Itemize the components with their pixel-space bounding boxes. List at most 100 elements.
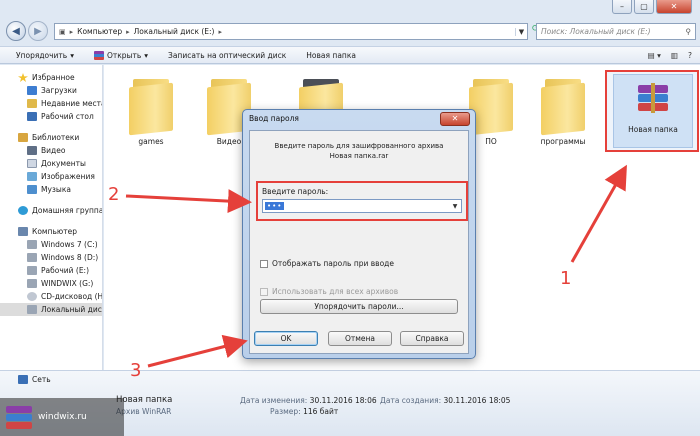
detail-name: Новая папка bbox=[116, 395, 173, 405]
annotation-number-1: 1 bbox=[560, 268, 572, 289]
show-password-checkbox[interactable]: Отображать пароль при вводе bbox=[260, 259, 394, 268]
forward-button[interactable]: ▶ bbox=[28, 21, 48, 41]
help-icon[interactable]: ? bbox=[688, 51, 692, 60]
use-for-all-checkbox[interactable]: Использовать для всех архивов bbox=[260, 287, 398, 296]
preview-pane-icon[interactable]: ▥ bbox=[671, 51, 678, 60]
sidebar-label: Рабочий стол bbox=[41, 112, 94, 121]
close-window-button[interactable]: ✕ bbox=[656, 0, 692, 14]
highlight-box-rar: Новая папка bbox=[605, 70, 699, 152]
downloads-icon bbox=[27, 86, 37, 95]
folder-icon bbox=[541, 73, 585, 136]
burn-button[interactable]: Записать на оптический диск bbox=[168, 51, 286, 60]
breadcrumb-computer[interactable]: Компьютер bbox=[77, 27, 122, 36]
back-button[interactable]: ◀ bbox=[6, 21, 26, 41]
images-icon bbox=[27, 172, 37, 181]
view-options-icon[interactable]: ▤ ▾ bbox=[648, 51, 661, 60]
recent-places-icon bbox=[27, 99, 37, 108]
navigation-bar: ◀ ▶ ▣ ▸ Компьютер ▸ Локальный диск (E:) … bbox=[6, 21, 696, 45]
chevron-right-icon: ▸ bbox=[69, 27, 74, 36]
sidebar-item-video[interactable]: Видео bbox=[0, 144, 102, 157]
search-input[interactable]: Поиск: Локальный диск (E:) ⚲ bbox=[536, 23, 696, 40]
organize-passwords-button[interactable]: Упорядочить пароли... bbox=[260, 299, 458, 314]
dialog-close-button[interactable]: ✕ bbox=[440, 112, 470, 126]
drive-icon bbox=[27, 266, 37, 275]
sidebar-item-homegroup[interactable]: Домашняя группа bbox=[0, 204, 102, 217]
sidebar-item-recent[interactable]: Недавние места bbox=[0, 97, 102, 110]
file-created: Дата создания: 30.11.2016 18:05 bbox=[380, 395, 510, 406]
search-icon: ⚲ bbox=[685, 27, 692, 36]
chevron-down-icon[interactable]: ▼ bbox=[449, 203, 461, 210]
winrar-small-icon bbox=[93, 50, 104, 60]
sidebar-item-drive-h[interactable]: CD-дисковод (H bbox=[0, 290, 102, 303]
open-button[interactable]: Открыть ▾ bbox=[93, 50, 149, 60]
new-folder-button[interactable]: Новая папка bbox=[306, 51, 356, 60]
computer-icon bbox=[18, 227, 28, 236]
ok-button[interactable]: OK bbox=[254, 331, 318, 346]
desktop-icon bbox=[27, 112, 37, 121]
folder-label: games bbox=[138, 137, 164, 146]
sidebar-item-downloads[interactable]: Загрузки bbox=[0, 84, 102, 97]
sidebar-item-images[interactable]: Изображения bbox=[0, 170, 102, 183]
folder-item[interactable]: программы bbox=[536, 73, 590, 146]
sidebar-label: Избранное bbox=[32, 73, 75, 82]
organize-button[interactable]: Упорядочить ▾ bbox=[16, 51, 74, 60]
chevron-down-icon: ▾ bbox=[144, 50, 149, 60]
sidebar-item-local-disk[interactable]: Локальный диск bbox=[0, 303, 102, 316]
folder-label: программы bbox=[540, 137, 586, 146]
password-input[interactable]: ••• ▼ bbox=[262, 199, 462, 213]
video-icon bbox=[27, 146, 37, 155]
sidebar-item-documents[interactable]: Документы bbox=[0, 157, 102, 170]
drive-icon bbox=[27, 279, 37, 288]
search-placeholder: Поиск: Локальный диск (E:) bbox=[541, 27, 651, 36]
created-label: Дата создания: bbox=[380, 396, 442, 405]
rar-file-item[interactable]: Новая папка bbox=[613, 74, 693, 148]
rar-file-label: Новая папка bbox=[628, 125, 678, 134]
watermark-text: windwix.ru bbox=[38, 412, 87, 422]
sidebar-item-music[interactable]: Музыка bbox=[0, 183, 102, 196]
sidebar-item-drive-d[interactable]: Windows 8 (D:) bbox=[0, 251, 102, 264]
help-button[interactable]: Справка bbox=[400, 331, 464, 346]
sidebar-item-drive-c[interactable]: Windows 7 (C:) bbox=[0, 238, 102, 251]
sidebar-label: Видео bbox=[41, 146, 66, 155]
cd-drive-icon bbox=[27, 292, 37, 301]
sidebar-item-desktop[interactable]: Рабочий стол bbox=[0, 110, 102, 123]
organize-label: Упорядочить bbox=[16, 50, 68, 60]
drive-icon bbox=[27, 253, 37, 262]
navigation-pane: Избранное Загрузки Недавние места Рабочи… bbox=[0, 65, 103, 370]
documents-icon bbox=[27, 159, 37, 168]
breadcrumb-drive[interactable]: Локальный диск (E:) bbox=[134, 27, 215, 36]
winrar-archive-icon bbox=[638, 83, 668, 113]
sidebar-label: Windows 7 (C:) bbox=[41, 240, 98, 249]
modified-value: 30.11.2016 18:06 bbox=[309, 396, 377, 405]
sidebar-item-computer[interactable]: Компьютер bbox=[0, 225, 102, 238]
dialog-message-line1: Введите пароль для зашифрованного архива bbox=[274, 142, 444, 150]
use-for-all-label: Использовать для всех архивов bbox=[272, 287, 399, 296]
chevron-right-icon: ▸ bbox=[126, 27, 130, 36]
sidebar-item-network[interactable]: Сеть bbox=[18, 375, 51, 384]
minimize-button[interactable]: – bbox=[612, 0, 632, 14]
sidebar-label: Загрузки bbox=[41, 86, 77, 95]
cancel-button[interactable]: Отмена bbox=[328, 331, 392, 346]
sidebar-label: CD-дисковод (H bbox=[41, 292, 102, 301]
drive-icon bbox=[27, 305, 37, 314]
address-dropdown-icon[interactable]: ▼ bbox=[515, 27, 527, 36]
sidebar-label: Рабочий (E:) bbox=[41, 266, 90, 275]
sidebar-item-drive-e[interactable]: Рабочий (E:) bbox=[0, 264, 102, 277]
size-value: 116 байт bbox=[303, 407, 339, 416]
sidebar-item-drive-g[interactable]: WINDWIX (G:) bbox=[0, 277, 102, 290]
address-bar[interactable]: ▣ ▸ Компьютер ▸ Локальный диск (E:) ▸ ▼ bbox=[54, 23, 528, 40]
sidebar-item-libraries[interactable]: Библиотеки bbox=[0, 131, 102, 144]
sidebar-item-favorites[interactable]: Избранное bbox=[0, 71, 102, 84]
folder-item[interactable]: games bbox=[124, 73, 178, 146]
file-dates: Дата изменения: 30.11.2016 18:06 Размер:… bbox=[240, 395, 377, 417]
password-value: ••• bbox=[265, 202, 285, 210]
sidebar-label: Документы bbox=[41, 159, 86, 168]
sidebar-label: Недавние места bbox=[41, 99, 102, 108]
folder-icon bbox=[129, 73, 173, 136]
sidebar-label: Библиотеки bbox=[32, 133, 80, 142]
homegroup-icon bbox=[18, 206, 28, 215]
command-bar: Упорядочить ▾ Открыть ▾ Записать на опти… bbox=[0, 46, 700, 64]
maximize-button[interactable]: ▢ bbox=[634, 0, 654, 14]
dialog-message: Введите пароль для зашифрованного архива… bbox=[250, 141, 468, 161]
open-label: Открыть bbox=[106, 50, 142, 60]
